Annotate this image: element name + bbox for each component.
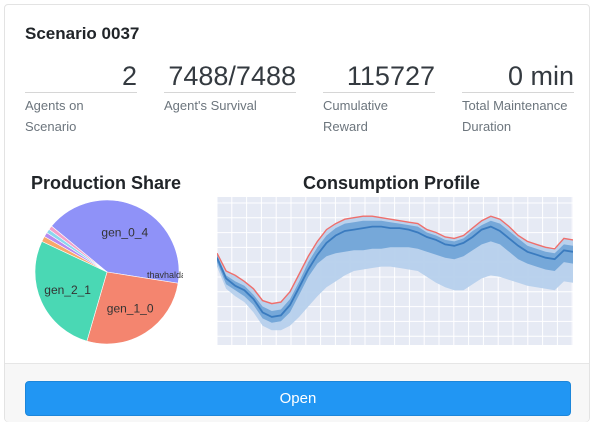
kpi-survival-value: 7488/7488 — [164, 61, 296, 93]
kpi-reward-label: Cumulative Reward — [323, 98, 389, 134]
scenario-card: Scenario 0037 2 Agents on Scenario 7488/… — [4, 4, 590, 422]
production-share-chart: gen_0_4 gen_1_0 gen_2_1 thavhaldal — [34, 199, 183, 345]
kpi-survival: 7488/7488 Agent's Survival — [164, 61, 296, 116]
kpi-agents-value: 2 — [25, 61, 137, 93]
kpi-maintenance-value: 0 min — [462, 61, 574, 93]
kpi-reward-value: 115727 — [323, 61, 435, 93]
open-button[interactable]: Open — [25, 381, 571, 416]
kpi-reward: 115727 Cumulative Reward — [323, 61, 435, 137]
kpi-maintenance-label: Total Maintenance Duration — [462, 98, 568, 134]
scenario-title: Scenario 0037 — [25, 24, 140, 43]
production-share-title: Production Share — [31, 173, 182, 193]
card-footer: Open — [5, 363, 589, 422]
kpi-survival-label: Agent's Survival — [164, 98, 257, 113]
pie-slice-label: gen_0_4 — [101, 226, 148, 240]
consumption-profile-chart — [217, 197, 573, 345]
kpi-maintenance: 0 min Total Maintenance Duration — [462, 61, 574, 137]
pie-slice-label: gen_2_1 — [44, 283, 91, 297]
pie-small-labels: thavhaldal — [147, 270, 183, 280]
kpi-agents-label: Agents on Scenario — [25, 98, 84, 134]
consumption-profile-title: Consumption Profile — [303, 173, 480, 193]
pie-slice-label: gen_1_0 — [107, 301, 154, 315]
kpi-agents: 2 Agents on Scenario — [25, 61, 137, 137]
